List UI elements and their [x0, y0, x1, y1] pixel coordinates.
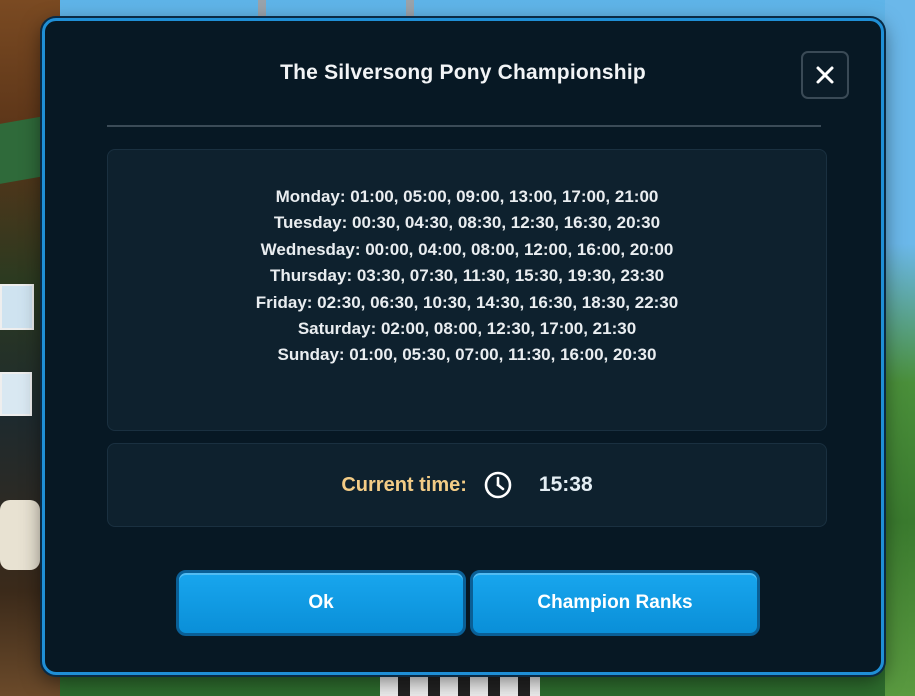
dialog-title: The Silversong Pony Championship — [280, 61, 646, 84]
close-icon — [816, 66, 834, 84]
schedule-line-friday: Friday: 02:30, 06:30, 10:30, 14:30, 16:3… — [255, 292, 679, 312]
background-pole — [258, 0, 266, 20]
background-pole — [406, 0, 414, 20]
ok-button[interactable]: Ok — [176, 570, 466, 636]
championship-dialog: The Silversong Pony Championship Monday:… — [42, 18, 884, 675]
schedule-line-wednesday: Wednesday: 00:00, 04:00, 08:00, 12:00, 1… — [260, 239, 674, 259]
background-poster — [0, 372, 32, 416]
schedule-line-sunday: Sunday: 01:00, 05:30, 07:00, 11:30, 16:0… — [277, 345, 657, 365]
background-horse — [380, 676, 540, 696]
schedule-panel: Monday: 01:00, 05:00, 09:00, 13:00, 17:0… — [107, 149, 827, 431]
schedule-line-tuesday: Tuesday: 00:30, 04:30, 08:30, 12:30, 16:… — [273, 213, 661, 233]
schedule-line-saturday: Saturday: 02:00, 08:00, 12:30, 17:00, 21… — [297, 319, 637, 339]
schedule-line-monday: Monday: 01:00, 05:00, 09:00, 13:00, 17:0… — [275, 187, 659, 206]
current-time-label: Current time: — [341, 473, 467, 496]
close-button[interactable] — [801, 51, 849, 99]
title-divider — [107, 125, 821, 127]
clock-icon — [484, 471, 512, 499]
current-time-value: 15:38 — [538, 473, 593, 496]
current-time-panel: Current time: 15:38 — [107, 443, 827, 527]
background-cloth — [0, 500, 40, 570]
background-poster — [0, 284, 34, 330]
schedule-line-thursday: Thursday: 03:30, 07:30, 11:30, 15:30, 19… — [269, 266, 665, 286]
background-roof — [0, 116, 44, 184]
background-scene-right — [885, 0, 915, 696]
champion-ranks-button[interactable]: Champion Ranks — [470, 570, 760, 636]
